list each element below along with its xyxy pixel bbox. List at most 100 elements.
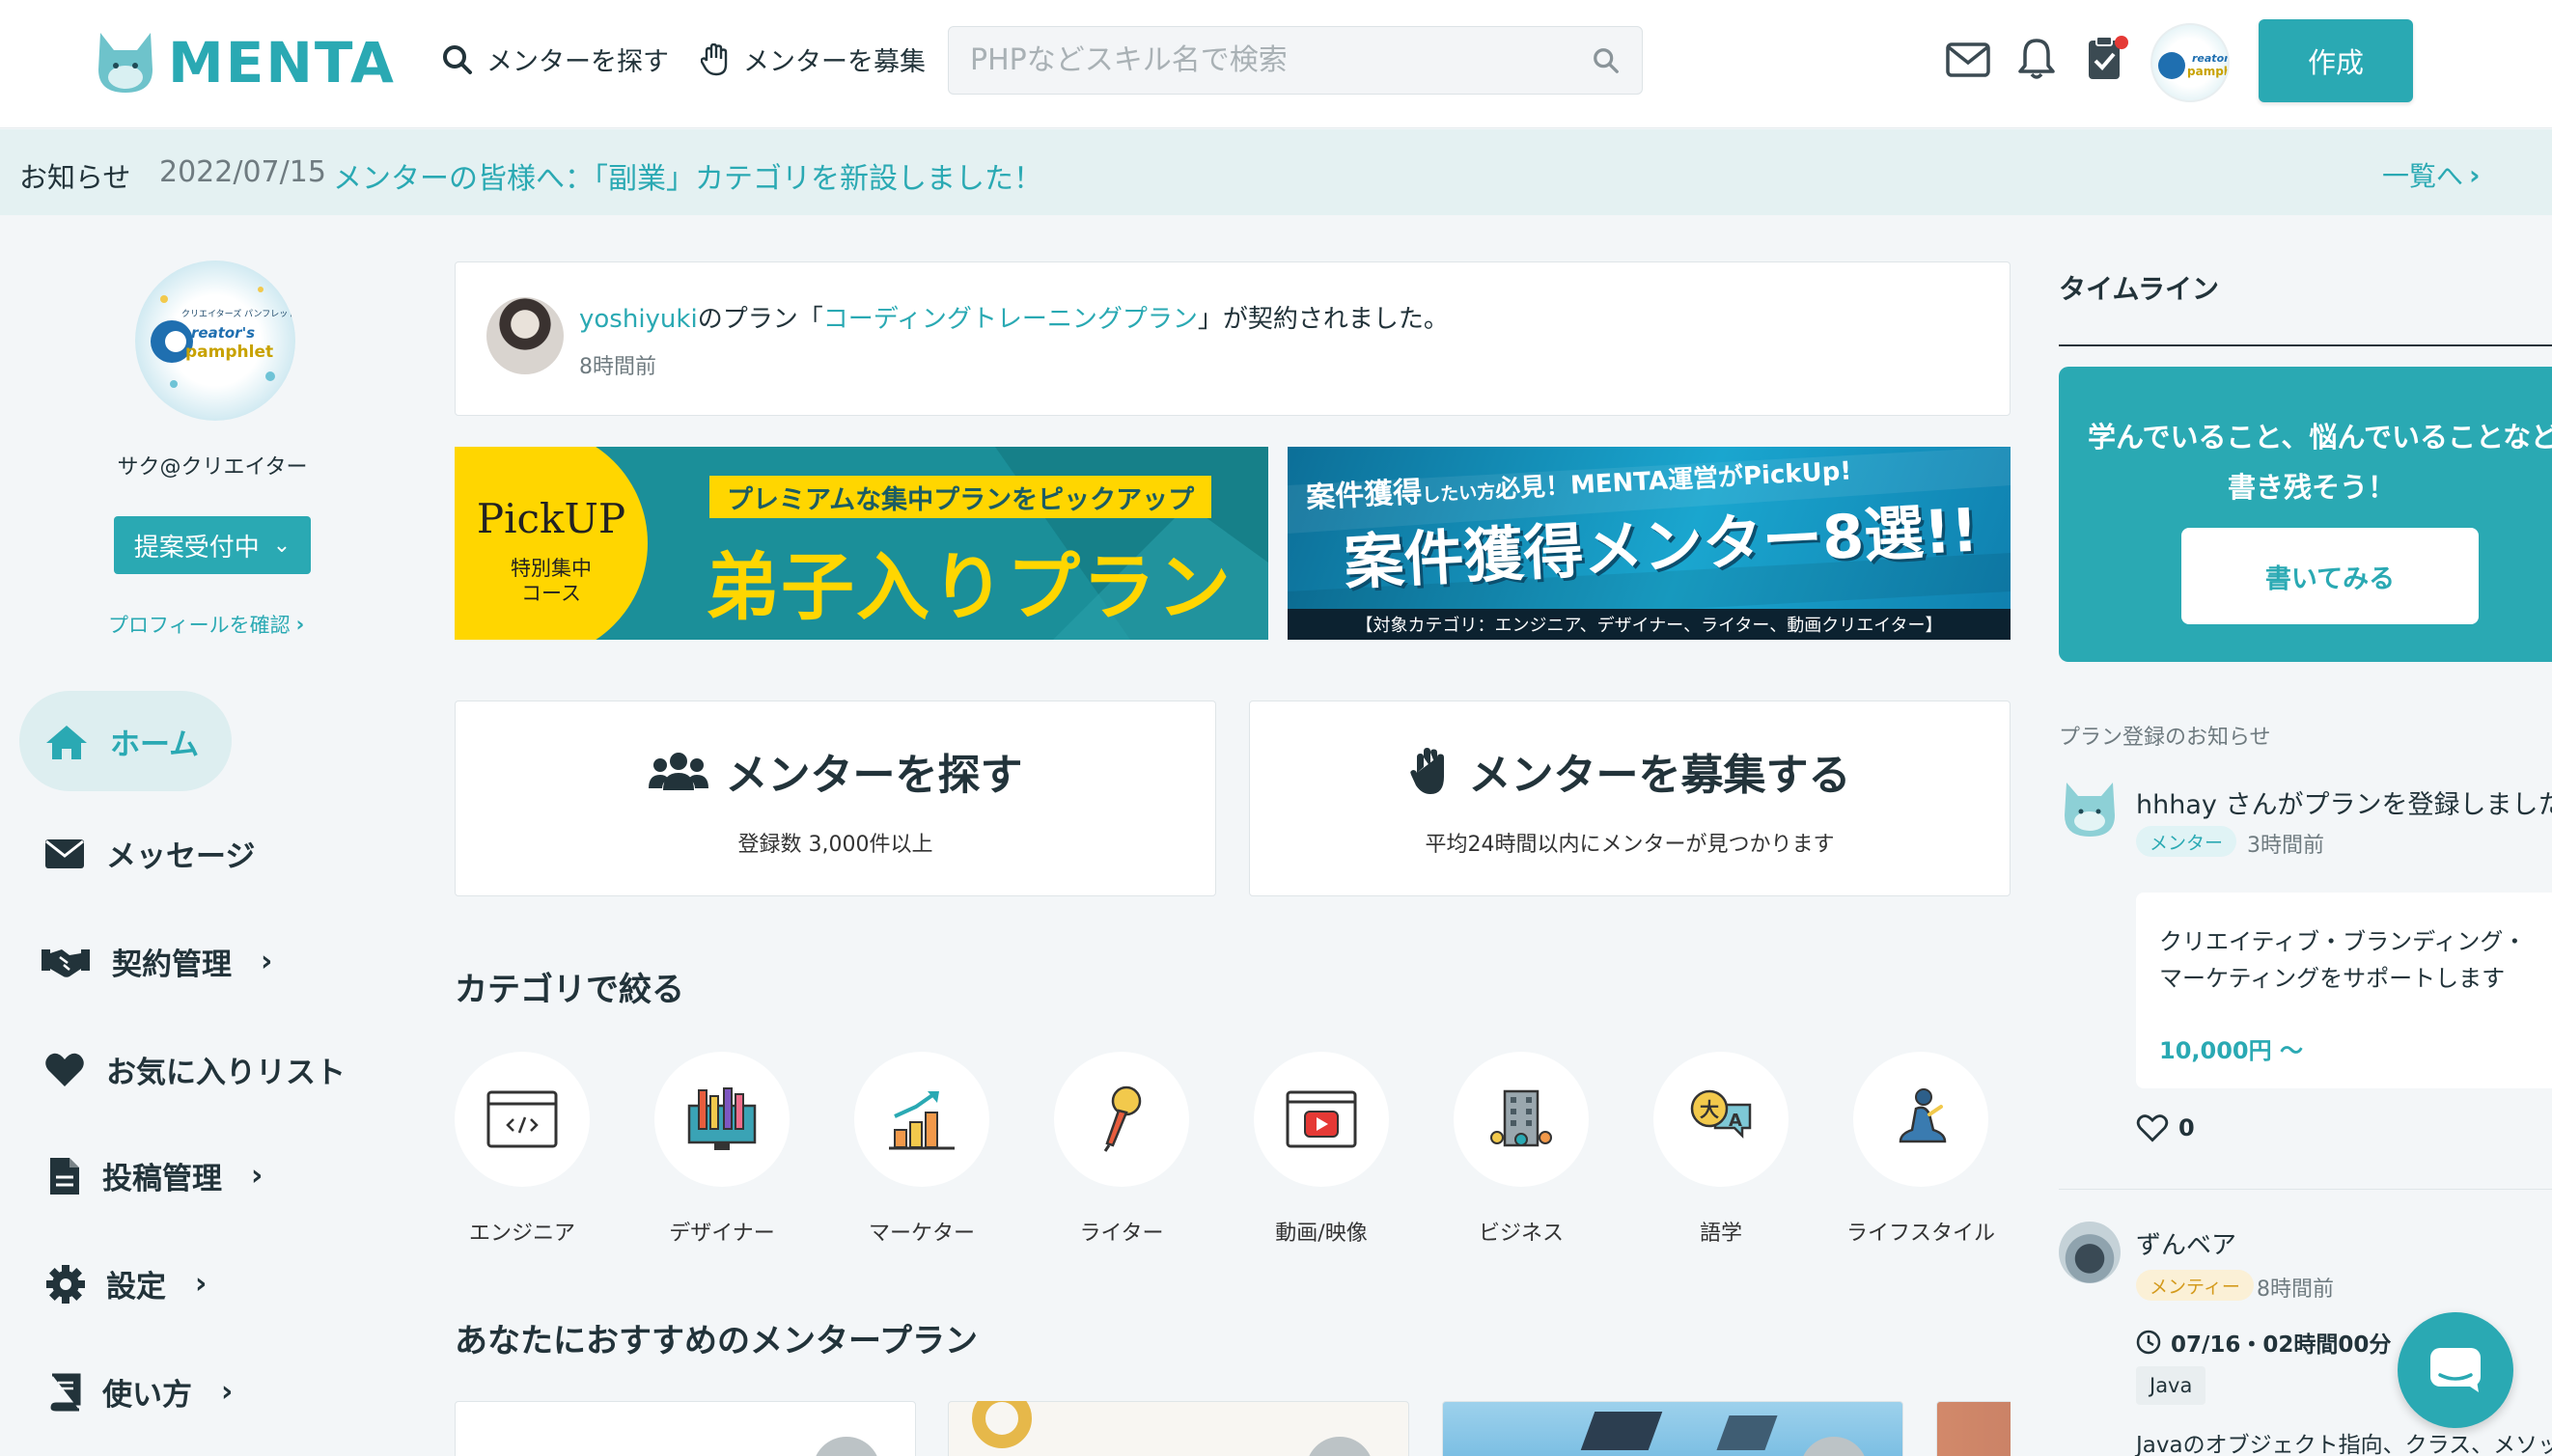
sidebar-item-home[interactable]: ホーム: [44, 720, 199, 763]
sidebar-item-favorites-label: お気に入りリスト: [106, 1056, 346, 1090]
activity-time: 8時間前: [579, 355, 656, 379]
hand-icon: [701, 42, 728, 75]
notice-list-link[interactable]: 一覧へ ›: [2382, 155, 2481, 194]
timeline-cta-box: 学んでいること、悩んでいることなど 書き残そう！ 書いてみる: [2059, 367, 2552, 662]
profile-link[interactable]: プロフィールを確認 ›: [108, 610, 304, 639]
recommend-plan-card[interactable]: [1936, 1401, 2011, 1456]
recommend-plan-card[interactable]: [1442, 1401, 1903, 1456]
video-player-icon: [1286, 1090, 1357, 1148]
bell-icon[interactable]: [2017, 37, 2056, 81]
post1-plan-card[interactable]: クリエイティブ・ブランディング・マーケティングをサポートします 10,000円 …: [2136, 893, 2552, 1088]
top-header: MENTA メンターを探す メンターを募集 PHPなどスキル名で検索 reato…: [0, 0, 2552, 128]
sidebar-item-messages-label: メッセージ: [106, 839, 256, 874]
zunbear-avatar[interactable]: [2059, 1222, 2121, 1283]
category-item-writer[interactable]: ライター: [1054, 1052, 1218, 1247]
category-circle: [455, 1052, 590, 1187]
nav-find-mentor[interactable]: メンターを探す: [442, 41, 669, 78]
category-item-lifestyle[interactable]: ライフスタイル: [1846, 1052, 2017, 1247]
nav-find-mentor-label: メンターを探す: [486, 47, 669, 77]
category-circle: 大 A: [1653, 1052, 1789, 1187]
favorite-heart-badge[interactable]: [1800, 1437, 1868, 1456]
timeline-write-button[interactable]: 書いてみる: [2181, 528, 2479, 624]
banner-ribbon: プレミアムな集中プランをピックアップ: [709, 476, 1212, 518]
menta-logo[interactable]: MENTA: [95, 27, 396, 98]
svg-text:pamphlet: pamphlet: [185, 343, 273, 362]
search-submit-icon[interactable]: [1592, 46, 1621, 75]
activity-user-link[interactable]: yoshiyuki: [579, 305, 698, 334]
sidebar-item-settings[interactable]: 設定 ›: [46, 1262, 207, 1305]
find-mentor-card[interactable]: メンターを探す 登録数 3,000件以上: [455, 701, 1216, 896]
sidebar-item-favorites[interactable]: お気に入りリスト: [44, 1048, 346, 1091]
skill-search-input[interactable]: [970, 43, 1592, 77]
heart-icon: [45, 1053, 84, 1086]
chevron-right-icon: ›: [2469, 158, 2481, 191]
post1-like-button[interactable]: 0: [2136, 1113, 2195, 1142]
notice-message-link[interactable]: メンターの皆様へ：「副業」カテゴリを新設しました！: [333, 154, 1042, 197]
timeline-cta-text: 学んでいること、悩んでいることなど: [2088, 421, 2552, 453]
heart-outline-icon: [2136, 1114, 2169, 1142]
mail-icon[interactable]: [1946, 42, 1990, 77]
activity-user-avatar[interactable]: [486, 297, 564, 374]
category-label: デザイナー: [669, 1222, 775, 1246]
create-button[interactable]: 作成: [2259, 19, 2413, 102]
profile-avatar[interactable]: クリエイターズ パンフレット reator's pamphlet: [135, 261, 295, 421]
recommend-plan-card[interactable]: [948, 1401, 1409, 1456]
category-item-marketer[interactable]: マーケター: [854, 1052, 1018, 1247]
sidebar-item-posts[interactable]: 投稿管理 ›: [48, 1154, 263, 1197]
post2-tag[interactable]: Java: [2136, 1366, 2206, 1405]
user-avatar[interactable]: reator's pamph: [2150, 23, 2230, 102]
yoga-icon: [1899, 1088, 1947, 1143]
chevron-right-icon: ›: [261, 945, 273, 978]
banner-top-mentors[interactable]: 案件獲得したい方必見！MENTA運営がPickUp! 案件獲得メンター8選!! …: [1288, 447, 2011, 640]
sidebar-item-messages[interactable]: メッセージ: [44, 832, 255, 875]
category-item-video[interactable]: 動画/映像: [1254, 1052, 1418, 1247]
sidebar-item-home-label: ホーム: [110, 728, 200, 762]
find-mentor-card-title-row: メンターを探す: [648, 740, 1023, 802]
growth-chart-icon: [889, 1091, 955, 1150]
sidebar-item-howto[interactable]: 使い方 ›: [48, 1370, 233, 1414]
post1-plan-title: クリエイティブ・ブランディング・マーケティングをサポートします: [2159, 928, 2527, 992]
nav-recruit-mentor[interactable]: メンターを募集: [701, 41, 926, 78]
banner-apprentice-plan[interactable]: PickUP 特別集中 コース プレミアムな集中プランをピックアップ 弟子入りプ…: [455, 447, 1268, 640]
hhhay-avatar-icon[interactable]: [2059, 777, 2121, 838]
category-item-language[interactable]: 大 A 語学: [1653, 1052, 1817, 1247]
category-label: ライター: [1079, 1222, 1164, 1246]
activity-plan-link[interactable]: コーディングトレーニングプラン: [823, 305, 1198, 334]
category-item-business[interactable]: ビジネス: [1454, 1052, 1618, 1247]
cat-logo-icon: [98, 33, 153, 93]
status-dropdown-label: 提案受付中: [133, 533, 260, 563]
favorite-heart-badge[interactable]: [813, 1437, 880, 1456]
status-dropdown[interactable]: 提案受付中 ⌄: [114, 516, 311, 574]
svg-text:reator's: reator's: [2192, 52, 2230, 65]
sidebar-item-contracts-label: 契約管理: [112, 948, 232, 982]
category-circle: [1853, 1052, 1988, 1187]
favorite-heart-badge[interactable]: [1306, 1437, 1373, 1456]
category-list: エンジニア デザイナー マーケター ライター 動画/映像 ビジネス 大 A 語学…: [455, 1052, 2011, 1254]
sidebar-item-settings-label: 設定: [106, 1270, 166, 1305]
gear-icon: [46, 1264, 85, 1304]
category-label: 語学: [1699, 1222, 1742, 1246]
svg-text:pamph: pamph: [2187, 65, 2230, 78]
category-label: ビジネス: [1478, 1222, 1564, 1246]
category-item-engineer[interactable]: エンジニア: [455, 1052, 619, 1247]
sidebar-item-contracts[interactable]: 契約管理 ›: [41, 940, 272, 983]
chat-widget-button[interactable]: [2398, 1312, 2513, 1428]
category-label: エンジニア: [468, 1222, 575, 1246]
raised-hand-icon: [1409, 747, 1444, 794]
post2-role-badge: メンティー: [2136, 1270, 2254, 1301]
category-label: ライフスタイル: [1845, 1222, 1995, 1246]
clipboard-check-icon[interactable]: [2085, 33, 2131, 83]
category-item-designer[interactable]: デザイナー: [654, 1052, 818, 1247]
chevron-right-icon: ›: [251, 1159, 264, 1193]
recruit-mentor-card[interactable]: メンターを募集する 平均24時間以内にメンターが見つかります: [1249, 701, 2011, 896]
search-icon: [443, 44, 472, 74]
home-icon: [46, 725, 87, 759]
post1-like-count: 0: [2178, 1114, 2195, 1141]
recommend-plan-card[interactable]: [455, 1401, 916, 1456]
find-mentor-card-title: メンターを探す: [725, 750, 1023, 800]
timeline-cta-text2: 書き残そう！: [2228, 471, 2397, 504]
post1-time: 3時間前: [2247, 834, 2324, 858]
category-heading: カテゴリで絞る: [455, 971, 684, 1009]
post2-user[interactable]: ずんベア: [2136, 1225, 2236, 1261]
category-circle: [1054, 1052, 1189, 1187]
